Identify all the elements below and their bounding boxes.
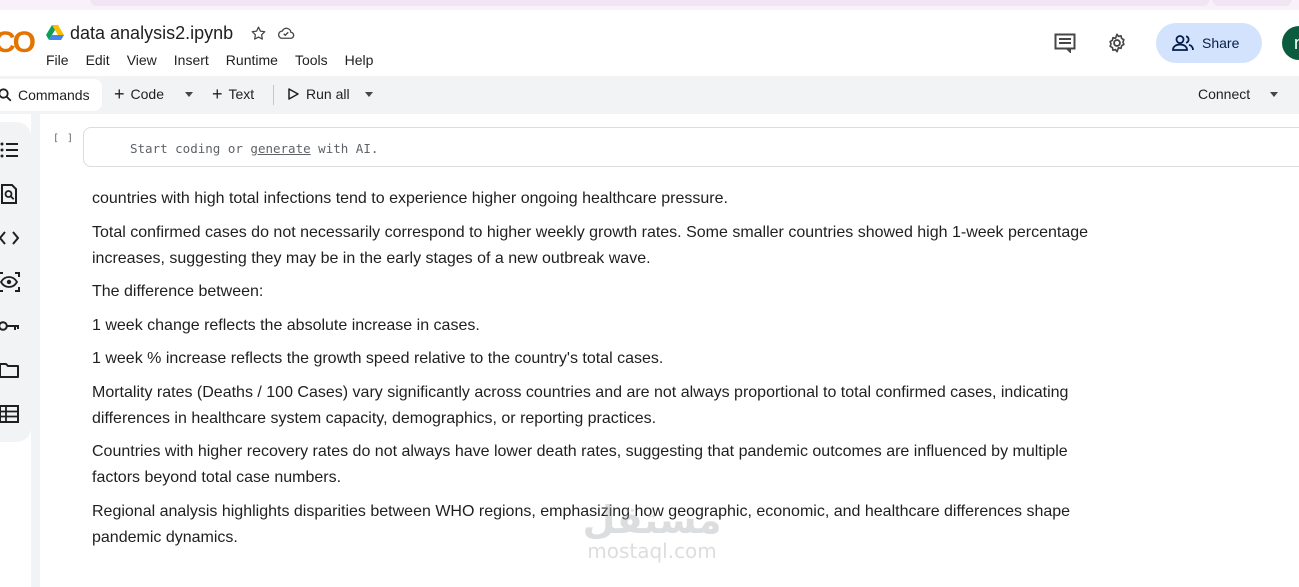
toolbar-divider (273, 85, 274, 105)
folder-icon[interactable] (0, 359, 20, 381)
add-code-dropdown[interactable] (185, 92, 193, 97)
code-label: Code (130, 86, 164, 102)
text-paragraph: 1 week % increase reflects the growth sp… (92, 350, 664, 367)
cloud-saved-icon[interactable] (277, 24, 295, 42)
notebook-title[interactable]: data analysis2.ipynb (70, 23, 233, 44)
cell-execution-count[interactable]: [ ] (53, 133, 74, 144)
watermark: مستقل mostaql.com (572, 500, 732, 562)
connect-dropdown[interactable] (1270, 92, 1278, 97)
menu-runtime[interactable]: Runtime (226, 52, 278, 68)
code-cell[interactable]: Start coding or generate with AI. (83, 127, 1299, 167)
share-button[interactable]: Share (1156, 23, 1262, 63)
watermark-arabic: مستقل (582, 498, 722, 542)
menu-insert[interactable]: Insert (174, 52, 209, 68)
watermark-latin: mostaql.com (587, 539, 717, 563)
table-of-contents-icon[interactable] (0, 139, 20, 161)
menu-bar: File Edit View Insert Runtime Tools Help (46, 52, 390, 68)
find-icon[interactable] (0, 183, 20, 205)
colab-logo[interactable]: CO (0, 26, 36, 60)
text-paragraph: countries with high total infections ten… (92, 190, 728, 207)
commands-button[interactable]: Commands (0, 79, 102, 111)
commands-label: Commands (18, 87, 90, 103)
table-icon[interactable] (0, 403, 20, 425)
menu-tools[interactable]: Tools (295, 52, 328, 68)
left-sidebar (0, 122, 31, 442)
avatar[interactable]: n (1282, 26, 1299, 60)
connect-label: Connect (1198, 86, 1251, 102)
notebook-toolbar: Commands + Code + Text Run all Connect (0, 76, 1299, 114)
browser-top-strip (0, 0, 1299, 10)
code-snippets-icon[interactable] (0, 227, 20, 249)
text-label: Text (228, 86, 255, 102)
run-all-button[interactable]: Run all (287, 86, 350, 102)
code-cell-placeholder: Start coding or generate with AI. (130, 141, 378, 156)
text-paragraph: Total confirmed cases do not necessarily… (92, 223, 1089, 267)
generate-link[interactable]: generate (250, 141, 310, 156)
text-paragraph: Mortality rates (Deaths / 100 Cases) var… (92, 383, 1069, 427)
chevron-down-icon (1270, 92, 1278, 97)
menu-help[interactable]: Help (345, 52, 374, 68)
header-actions: Share n (1052, 23, 1299, 63)
add-code-button[interactable]: + Code (114, 84, 164, 104)
plus-icon: + (114, 84, 125, 104)
chevron-down-icon (185, 92, 193, 97)
sidebar-gutter (31, 114, 40, 587)
comment-icon[interactable] (1052, 30, 1078, 56)
search-icon (0, 88, 12, 102)
variables-inspector-icon[interactable] (0, 271, 20, 293)
google-drive-icon (46, 25, 64, 40)
add-text-button[interactable]: + Text (212, 84, 255, 104)
chevron-down-icon (365, 92, 373, 97)
star-icon[interactable] (249, 24, 267, 42)
text-paragraph: Countries with higher recovery rates do … (92, 443, 1068, 486)
run-all-label: Run all (306, 86, 350, 102)
key-icon[interactable] (0, 315, 20, 337)
connect-button[interactable]: Connect (1198, 86, 1250, 102)
plus-icon: + (212, 84, 223, 104)
title-row: data analysis2.ipynb (46, 22, 305, 44)
text-paragraph: The difference between: (92, 283, 264, 300)
menu-edit[interactable]: Edit (86, 52, 110, 68)
placeholder-text-end: with AI. (310, 141, 379, 156)
menu-file[interactable]: File (46, 52, 69, 68)
share-label: Share (1202, 35, 1240, 51)
play-icon (288, 88, 299, 100)
run-all-dropdown[interactable] (365, 92, 373, 97)
gear-icon[interactable] (1104, 30, 1130, 56)
people-icon (1172, 35, 1194, 51)
menu-view[interactable]: View (127, 52, 157, 68)
placeholder-text-start: Start coding or (130, 141, 251, 156)
browser-profile-area[interactable] (1212, 0, 1292, 6)
browser-address-bar[interactable] (90, 0, 1210, 6)
text-paragraph: 1 week change reflects the absolute incr… (92, 316, 480, 334)
